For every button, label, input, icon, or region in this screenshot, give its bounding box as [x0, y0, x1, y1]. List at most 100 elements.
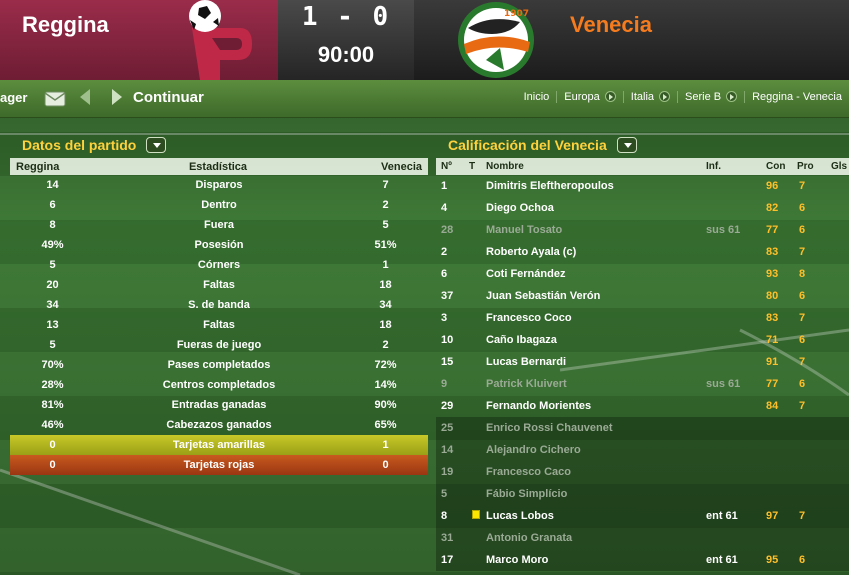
navigation-toolbar: ager Continuar Inicio Europa Italia Seri… — [0, 80, 849, 118]
player-row[interactable]: 2 Roberto Ayala (c) 83 7 — [436, 241, 849, 263]
stat-stat-value: Faltas — [203, 319, 235, 331]
stat-home-value: 28% — [41, 379, 64, 391]
forward-arrow-icon[interactable] — [112, 89, 122, 105]
player-name: Manuel Tosato — [486, 224, 563, 236]
match-stats-table: Reggina Estadística Venecia 14 Disparos 7 6… — [10, 158, 428, 475]
home-team-name: Reggina — [22, 12, 109, 37]
player-row[interactable]: 19 Francesco Caco — [436, 461, 849, 483]
player-name: Juan Sebastián Verón — [486, 290, 601, 302]
player-ratings-table: Nº T Nombre Inf. Con Pro Gls 1 Dimitris E… — [436, 158, 849, 571]
away-crest-icon: 1907 — [458, 2, 534, 78]
player-pro: 6 — [799, 290, 806, 302]
column-header-home[interactable]: Reggina — [10, 161, 95, 173]
player-row[interactable]: 37 Juan Sebastián Verón 80 6 — [436, 285, 849, 307]
player-pro: 6 — [799, 224, 806, 236]
chevron-right-icon[interactable] — [726, 91, 738, 102]
player-num: 25 — [441, 422, 454, 434]
player-pro: 7 — [799, 180, 806, 192]
column-header-con[interactable]: Con — [766, 161, 785, 172]
player-pro: 6 — [799, 378, 806, 390]
player-num: 9 — [441, 378, 448, 390]
column-header-gls[interactable]: Gls — [831, 161, 847, 172]
stat-home-value: 5 — [49, 339, 56, 351]
breadcrumb-serie-b[interactable]: Serie B — [677, 91, 744, 103]
column-header-inf[interactable]: Inf. — [706, 161, 721, 172]
stat-row: 70% Pases completados 72% — [10, 355, 428, 375]
player-row[interactable]: 31 Antonio Granata — [436, 527, 849, 549]
stat-row: 34 S. de banda 34 — [10, 295, 428, 315]
player-row[interactable]: 9 Patrick Kluivert sus 61 77 6 — [436, 373, 849, 395]
player-row[interactable]: 29 Fernando Morientes 84 7 — [436, 395, 849, 417]
truncated-menu-label[interactable]: ager — [0, 90, 27, 105]
player-name: Dimitris Eleftheropoulos — [486, 180, 614, 192]
ratings-header-row: Nº T Nombre Inf. Con Pro Gls — [436, 158, 849, 175]
stats-header-row: Reggina Estadística Venecia — [10, 158, 428, 175]
player-con: 84 — [766, 400, 779, 412]
column-header-name[interactable]: Nombre — [486, 161, 524, 172]
column-header-away[interactable]: Venecia — [343, 161, 428, 173]
player-num: 29 — [441, 400, 454, 412]
chevron-right-icon[interactable] — [604, 91, 616, 102]
panel-title: Calificación del Venecia — [448, 137, 607, 153]
stat-stat-value: Posesión — [194, 239, 244, 251]
column-header-pro[interactable]: Pro — [797, 161, 814, 172]
player-pro: 6 — [799, 554, 806, 566]
player-name: Alejandro Cichero — [486, 444, 581, 456]
player-con: 83 — [766, 312, 779, 324]
player-row[interactable]: 8 Lucas Lobos ent 61 97 7 — [436, 505, 849, 527]
chevron-down-icon[interactable] — [616, 137, 637, 153]
stat-home-value: 0 — [49, 459, 56, 471]
column-header-stat[interactable]: Estadística — [143, 161, 293, 173]
column-header-t[interactable]: T — [469, 161, 475, 172]
player-pro: 6 — [799, 202, 806, 214]
player-name: Diego Ochoa — [486, 202, 554, 214]
player-row[interactable]: 4 Diego Ochoa 82 6 — [436, 197, 849, 219]
continue-button[interactable]: Continuar — [133, 89, 204, 106]
stat-away-value: 51% — [374, 239, 397, 251]
player-con: 97 — [766, 510, 779, 522]
chevron-right-icon[interactable] — [659, 91, 671, 102]
player-con: 91 — [766, 356, 779, 368]
back-arrow-icon[interactable] — [80, 89, 90, 105]
player-num: 2 — [441, 246, 448, 258]
stat-row: 14 Disparos 7 — [10, 175, 428, 195]
stat-away-value: 18 — [379, 279, 392, 291]
player-row[interactable]: 1 Dimitris Eleftheropoulos 96 7 — [436, 175, 849, 197]
player-row[interactable]: 28 Manuel Tosato sus 61 77 6 — [436, 219, 849, 241]
player-name: Marco Moro — [486, 554, 549, 566]
player-name: Antonio Granata — [486, 532, 573, 544]
player-num: 1 — [441, 180, 448, 192]
stat-row: 6 Dentro 2 — [10, 195, 428, 215]
stat-away-value: 65% — [374, 419, 397, 431]
player-row[interactable]: 25 Enrico Rossi Chauvenet — [436, 417, 849, 439]
player-num: 3 — [441, 312, 448, 324]
player-row[interactable]: 15 Lucas Bernardi 91 7 — [436, 351, 849, 373]
player-row[interactable]: 6 Coti Fernández 93 8 — [436, 263, 849, 285]
stat-away-value: 2 — [382, 199, 389, 211]
breadcrumb-europa[interactable]: Europa — [556, 91, 622, 103]
breadcrumb-match[interactable]: Reggina - Venecia — [744, 91, 849, 103]
player-row[interactable]: 10 Caño Ibagaza 71 6 — [436, 329, 849, 351]
column-header-number[interactable]: Nº — [441, 161, 452, 172]
player-name: Enrico Rossi Chauvenet — [486, 422, 613, 434]
player-row[interactable]: 17 Marco Moro ent 61 95 6 — [436, 549, 849, 571]
player-pro: 7 — [799, 400, 806, 412]
breadcrumb: Inicio Europa Italia Serie B Reggina - V… — [517, 91, 849, 103]
player-pro: 6 — [799, 334, 806, 346]
stat-row: 13 Faltas 18 — [10, 315, 428, 335]
mail-icon[interactable] — [44, 87, 66, 109]
stat-row: 49% Posesión 51% — [10, 235, 428, 255]
breadcrumb-inicio[interactable]: Inicio — [517, 91, 557, 103]
player-row[interactable]: 14 Alejandro Cichero — [436, 439, 849, 461]
stat-stat-value: Tarjetas amarillas — [172, 439, 266, 451]
player-con: 95 — [766, 554, 779, 566]
player-row[interactable]: 3 Francesco Coco 83 7 — [436, 307, 849, 329]
player-pro: 8 — [799, 268, 806, 280]
player-con: 93 — [766, 268, 779, 280]
stat-home-value: 81% — [41, 399, 64, 411]
breadcrumb-italia[interactable]: Italia — [622, 91, 677, 103]
match-header: Reggina 1 - 0 90:00 1907 Venecia — [0, 0, 849, 80]
chevron-down-icon[interactable] — [146, 137, 167, 153]
player-row[interactable]: 5 Fábio Simplício — [436, 483, 849, 505]
player-num: 6 — [441, 268, 448, 280]
